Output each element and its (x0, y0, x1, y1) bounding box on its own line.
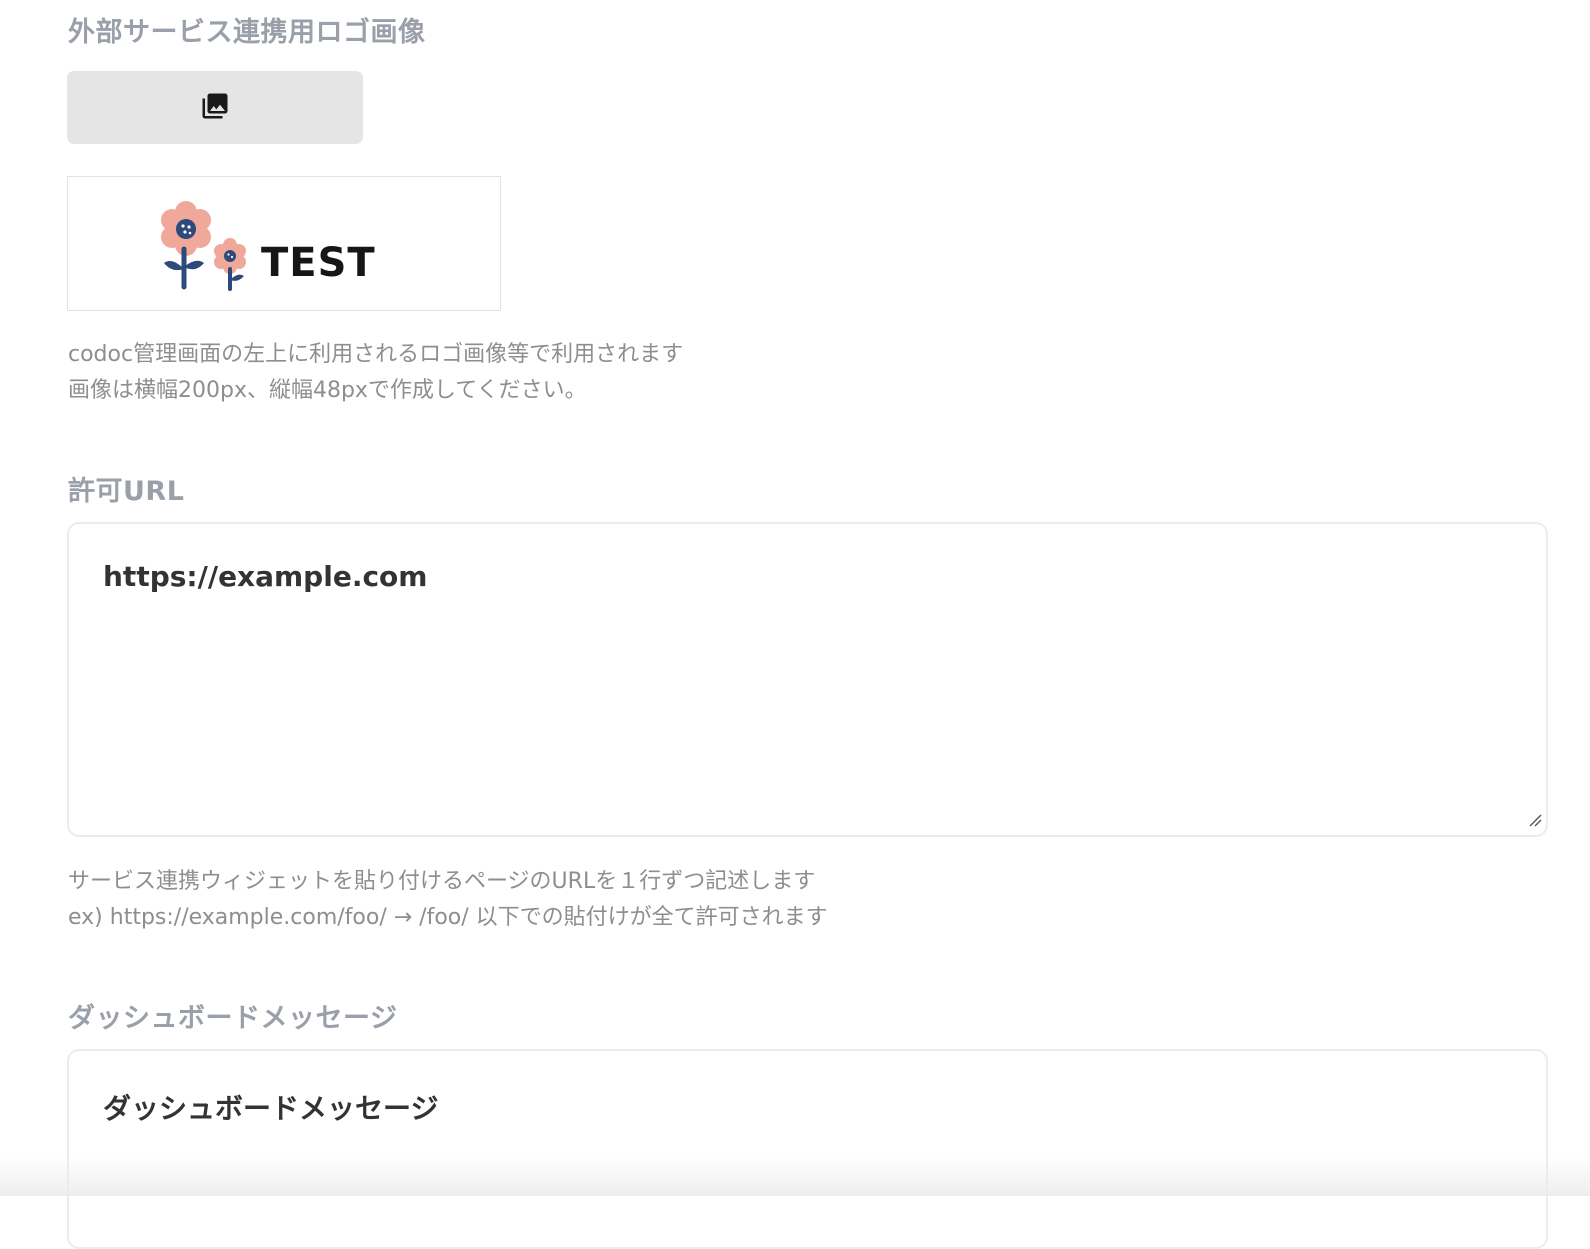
resize-handle-icon[interactable] (1527, 812, 1543, 832)
logo-help-line: codoc管理画面の左上に利用されるロゴ画像等で利用されます (68, 342, 684, 367)
logo-preview-text: TEST (261, 240, 376, 286)
allowed-url-help-line: サービス連携ウィジェットを貼り付けるページのURLを１行ずつ記述します (68, 869, 816, 894)
allowed-url-value: https://example.com (103, 560, 428, 593)
photo-library-icon (200, 91, 230, 125)
allowed-url-textarea[interactable]: https://example.com (67, 522, 1548, 837)
image-upload-button[interactable] (67, 71, 363, 144)
dashboard-message-value: ダッシュボードメッセージ (103, 1092, 439, 1125)
allowed-url-help-line: ex) https://example.com/foo/ → /foo/ 以下で… (68, 905, 828, 930)
logo-image-label: 外部サービス連携用ロゴ画像 (68, 17, 426, 48)
allowed-url-help-text: サービス連携ウィジェットを貼り付けるページのURLを１行ずつ記述します ex) … (68, 864, 828, 936)
dashboard-message-textarea[interactable]: ダッシュボードメッセージ (67, 1049, 1548, 1249)
allowed-url-label: 許可URL (68, 476, 185, 507)
logo-help-line: 画像は横幅200px、縦幅48pxで作成してください。 (68, 378, 587, 403)
dashboard-message-label: ダッシュボードメッセージ (68, 1003, 398, 1034)
logo-help-text: codoc管理画面の左上に利用されるロゴ画像等で利用されます 画像は横幅200p… (68, 337, 683, 409)
